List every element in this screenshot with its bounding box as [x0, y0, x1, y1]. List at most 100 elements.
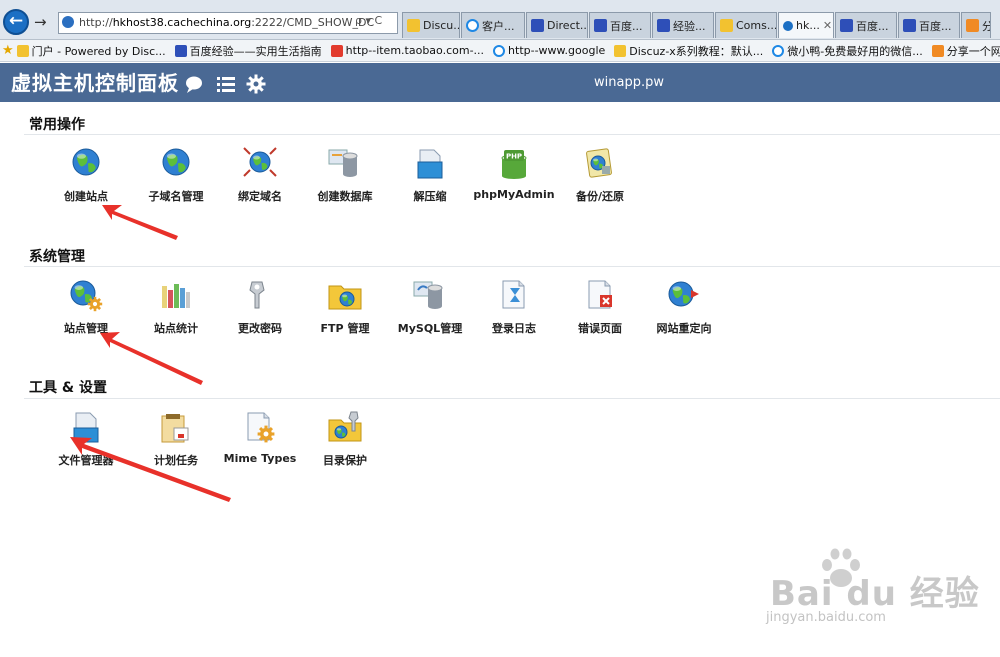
paw-icon — [174, 44, 187, 57]
panel-item-link[interactable]: 站点管理 — [42, 278, 130, 338]
paw-icon — [531, 19, 544, 32]
star-icon[interactable]: ★ — [2, 43, 14, 58]
panel-item-link[interactable]: 登录日志 — [470, 278, 558, 338]
paw-icon — [903, 19, 916, 32]
bookmark-link[interactable]: 门户 - Powered by Disc... — [16, 43, 166, 59]
panel-item-link[interactable]: 文件管理器 — [42, 410, 130, 470]
panel-item-link[interactable]: 备份/还原 — [556, 146, 644, 206]
section-title: 常用操作 — [29, 117, 85, 133]
globe-icon — [162, 148, 190, 176]
panel-item-link[interactable]: 子域名管理 — [132, 146, 220, 206]
browser-tab[interactable]: 客户... — [461, 12, 525, 38]
back-button[interactable]: ← — [3, 9, 29, 35]
panel-item-label: 绑定域名 — [238, 190, 282, 203]
close-icon[interactable]: ✕ — [823, 19, 832, 32]
panel-item-link[interactable]: 网站重定向 — [640, 278, 728, 338]
panel-item-link[interactable]: MySQL管理 — [386, 278, 474, 338]
browser-tab[interactable]: 百度... — [835, 12, 897, 38]
forward-button[interactable]: → — [34, 13, 47, 31]
globe-gear-icon — [70, 280, 103, 312]
browser-tab[interactable]: 经验... — [652, 12, 714, 38]
watermark-url: jingyan.baidu.com — [766, 610, 886, 625]
address-tools[interactable]: ρ ▾ C — [355, 14, 382, 27]
panel-item-label: 网站重定向 — [656, 322, 712, 335]
taobao-icon — [330, 44, 343, 57]
panel-item-link[interactable]: 更改密码 — [216, 278, 304, 338]
panel-item-link[interactable]: 计划任务 — [132, 410, 220, 470]
panel-item-link[interactable]: 绑定域名 — [216, 146, 304, 206]
panel-item-link[interactable]: 解压缩 — [386, 146, 474, 206]
database-icon — [328, 149, 358, 177]
tab-label: 经验... — [673, 19, 706, 33]
panel-item-label: 解压缩 — [413, 190, 447, 203]
panel-item-link[interactable]: FTP 管理 — [301, 278, 389, 338]
file-manager-icon — [73, 412, 99, 443]
address-bar[interactable]: http://hkhost38.cachechina.org:2222/CMD_… — [58, 12, 398, 34]
panel-item-link[interactable]: 创建数据库 — [301, 146, 389, 206]
browser-tab[interactable]: 百度... — [589, 12, 651, 38]
folder-icon — [720, 19, 733, 32]
list-icon[interactable] — [216, 74, 236, 94]
ie-icon — [466, 19, 479, 32]
globe-network-icon — [243, 147, 277, 177]
error-page-icon — [588, 280, 612, 309]
gear-icon[interactable] — [246, 74, 266, 94]
folder-icon — [407, 19, 420, 32]
panel-item-link[interactable]: 错误页面 — [556, 278, 644, 338]
bookmark-label: http--www.google — [508, 44, 606, 57]
globe-icon — [62, 16, 74, 28]
panel-item-link[interactable]: 创建站点 — [42, 146, 130, 206]
ie-icon — [493, 44, 506, 57]
panel-item-label: MySQL管理 — [397, 322, 463, 335]
panel-item-label: 子域名管理 — [148, 190, 204, 203]
calendar-icon — [161, 414, 189, 443]
tab-label: 百度... — [856, 19, 889, 33]
section-title: 系统管理 — [29, 249, 85, 265]
red-arrow-icon — [100, 332, 203, 385]
folder-key-icon — [328, 411, 362, 442]
mysql-icon — [413, 281, 443, 309]
gift-icon — [931, 44, 944, 57]
bookmark-label: 百度经验——实用生活指南 — [189, 44, 322, 58]
panel-item-link[interactable]: 目录保护 — [301, 410, 389, 470]
mime-gear-icon — [247, 412, 275, 443]
panel-item-label: 备份/还原 — [575, 190, 625, 203]
panel-item-label: 更改密码 — [238, 322, 282, 335]
browser-tab[interactable]: Coms... — [715, 12, 777, 38]
panel-item-label: 计划任务 — [154, 454, 198, 467]
bookmark-link[interactable]: http--item.taobao.com-... — [330, 44, 484, 57]
ie-icon — [772, 44, 785, 57]
browser-tab[interactable]: 分... — [961, 12, 991, 38]
domain-label: winapp.pw — [594, 75, 664, 90]
bookmark-link[interactable]: Discuz-x系列教程：默认... — [614, 43, 763, 59]
globe-icon — [783, 20, 793, 31]
tab-strip: Discu... 客户... Direct... 百度... 经验... Com… — [402, 12, 992, 38]
panel-item-label: phpMyAdmin — [473, 188, 555, 201]
panel-item-label: 站点管理 — [64, 322, 108, 335]
browser-tab[interactable]: 百度... — [898, 12, 960, 38]
panel-item-link[interactable]: Mime Types — [216, 410, 304, 470]
bookmark-link[interactable]: http--www.google — [493, 44, 605, 57]
panel-item-link[interactable]: 站点统计 — [132, 278, 220, 338]
browser-tab[interactable]: hk... ✕ — [778, 12, 834, 38]
browser-toolbar: ← → http://hkhost38.cachechina.org:2222/… — [0, 0, 1000, 40]
address-host: hkhost38.cachechina.org — [112, 16, 252, 29]
paw-icon — [840, 19, 853, 32]
browser-tab[interactable]: Discu... — [402, 12, 460, 38]
section-divider — [24, 134, 1000, 135]
bookmark-link[interactable]: 分享一个网友购买 — [931, 43, 1000, 59]
panel-item-label: 文件管理器 — [58, 454, 114, 467]
tab-label: Direct... — [547, 19, 588, 32]
watermark-logo: Bai du 经验 — [770, 574, 980, 614]
bookmark-link[interactable]: 微小鸭-免费最好用的微信... — [772, 43, 923, 59]
redirect-globe-icon — [668, 281, 699, 307]
page-title: 虚拟主机控制面板 — [11, 71, 179, 95]
panel-item-link[interactable]: PHP phpMyAdmin — [470, 146, 558, 206]
browser-tab[interactable]: Direct... — [526, 12, 588, 38]
favorites-bar: ★ 门户 - Powered by Disc... 百度经验——实用生活指南 h… — [0, 40, 1000, 62]
panel-header: 虚拟主机控制面板 winapp.pw — [0, 63, 1000, 102]
chat-icon[interactable] — [184, 74, 204, 94]
panel-item-label: 登录日志 — [492, 322, 536, 335]
address-prefix: http:// — [79, 16, 113, 29]
bookmark-link[interactable]: 百度经验——实用生活指南 — [174, 43, 322, 59]
